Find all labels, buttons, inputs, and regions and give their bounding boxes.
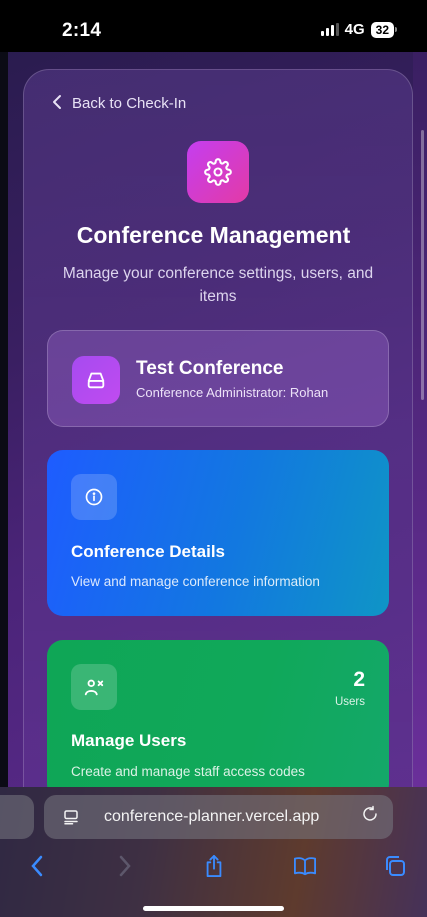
gear-icon (187, 141, 249, 203)
users-title: Manage Users (71, 731, 187, 750)
url-text: conference-planner.vercel.app (104, 808, 320, 825)
forward-icon[interactable] (110, 851, 140, 881)
status-indicators: 4G 32 (320, 21, 397, 38)
battery-level: 32 (370, 21, 394, 38)
status-time: 2:14 (62, 20, 102, 41)
manage-users-card[interactable]: 2 Users Manage Users Create and manage s… (47, 640, 389, 800)
details-desc: View and manage conference information (71, 574, 320, 589)
page-title: Conference Management (76, 222, 351, 248)
network-type: 4G (344, 21, 365, 38)
conference-card: Test Conference Conference Administrator… (47, 330, 389, 427)
browser-chrome: conference-planner.vercel.app (0, 787, 427, 917)
back-icon[interactable] (22, 851, 52, 881)
users-count-label: Users (334, 696, 365, 708)
previous-tab[interactable] (0, 795, 34, 839)
info-icon (71, 474, 117, 520)
chevron-left-icon (52, 94, 62, 113)
users-icon (71, 664, 117, 710)
scrollbar[interactable] (421, 130, 424, 400)
back-label: Back to Check-In (72, 95, 187, 112)
page-settings-icon[interactable] (62, 808, 80, 831)
browser-toolbar (0, 849, 427, 883)
battery-icon: 32 (370, 21, 397, 38)
inbox-icon (72, 356, 120, 404)
back-to-checkin-link[interactable]: Back to Check-In (52, 94, 186, 113)
share-icon[interactable] (199, 851, 229, 881)
conference-details-card[interactable]: Conference Details View and manage confe… (47, 450, 389, 616)
tabs-icon[interactable] (380, 851, 410, 881)
page-subtitle: Manage your conference settings, users, … (62, 265, 374, 305)
conference-name: Test Conference (136, 358, 284, 379)
users-desc: Create and manage staff access codes (71, 764, 305, 779)
details-title: Conference Details (71, 542, 225, 561)
address-bar[interactable]: conference-planner.vercel.app (44, 795, 393, 839)
home-indicator (143, 906, 284, 911)
signal-icon (320, 23, 339, 36)
bookmarks-icon[interactable] (290, 851, 320, 881)
reload-icon[interactable] (361, 805, 379, 828)
status-bar: 2:14 4G 32 (0, 0, 427, 52)
conference-admin: Conference Administrator: Rohan (136, 385, 329, 400)
users-count: 2 (353, 668, 365, 691)
